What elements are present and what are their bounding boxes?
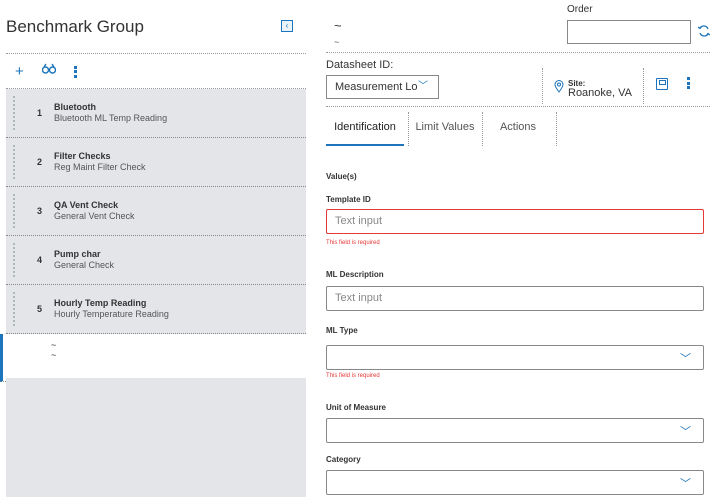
datasheet-label: Datasheet ID: <box>326 59 394 71</box>
order-input[interactable] <box>567 20 691 44</box>
divider <box>326 52 710 53</box>
plus-icon[interactable]: + <box>15 64 24 79</box>
drag-handle-icon[interactable] <box>12 242 16 278</box>
item-title: Pump char <box>54 249 101 259</box>
refresh-icon[interactable] <box>697 25 710 40</box>
record-subtitle: ~ <box>334 37 340 47</box>
item-subtitle: Bluetooth ML Temp Reading <box>54 113 168 123</box>
left-toolbar: + <box>15 62 77 80</box>
unit-of-measure-label: Unit of Measure <box>326 403 387 412</box>
placeholder-text: Text input <box>335 292 383 304</box>
order-label: Order <box>567 4 593 15</box>
list-item[interactable]: 1 Bluetooth Bluetooth ML Temp Reading <box>6 89 306 138</box>
item-number: 5 <box>37 304 43 314</box>
detail-panel: ~ ~ Order Datasheet ID: Measurement Lo ﹀… <box>306 0 710 497</box>
site-value: Roanoke, VA <box>568 87 633 99</box>
left-panel: Benchmark Group ‹ + 1 Bluetooth Bluetoot… <box>0 0 306 497</box>
item-subtitle: General Vent Check <box>54 211 135 221</box>
item-title: Filter Checks <box>54 151 111 161</box>
ml-description-label: ML Description <box>326 270 384 279</box>
binoculars-icon[interactable] <box>41 63 56 79</box>
section-title: Value(s) <box>326 172 357 181</box>
error-message: This field is required <box>326 373 380 379</box>
template-id-input[interactable]: Text input <box>326 209 704 234</box>
tab-limit-values[interactable]: Limit Values <box>408 112 482 146</box>
chevron-down-icon: ﹀ <box>680 353 691 365</box>
chevron-down-icon: ﹀ <box>418 81 428 92</box>
new-item-line: ~ <box>51 340 57 350</box>
record-title: ~ <box>334 18 342 33</box>
template-id-label: Template ID <box>326 195 371 204</box>
drag-handle-icon[interactable] <box>12 291 16 327</box>
item-number: 2 <box>37 157 43 167</box>
item-title: QA Vent Check <box>54 200 119 210</box>
category-label: Category <box>326 455 361 464</box>
ml-type-label: ML Type <box>326 326 358 335</box>
placeholder-text: Text input <box>335 215 383 227</box>
drag-handle-icon[interactable] <box>12 193 16 229</box>
benchmark-list: 1 Bluetooth Bluetooth ML Temp Reading 2 … <box>0 89 306 382</box>
save-icon[interactable] <box>656 78 668 90</box>
datasheet-select[interactable]: Measurement Lo ﹀ <box>326 75 439 99</box>
item-number: 4 <box>37 255 43 265</box>
datasheet-value: Measurement Lo <box>335 81 418 93</box>
drag-handle-icon[interactable] <box>12 144 16 180</box>
divider <box>556 112 557 146</box>
location-pin-icon <box>554 80 564 96</box>
tab-identification[interactable]: Identification <box>326 112 404 146</box>
list-item[interactable]: 3 QA Vent Check General Vent Check <box>6 187 306 236</box>
chevron-down-icon: ﹀ <box>680 478 691 490</box>
item-subtitle: Reg Maint Filter Check <box>54 162 146 172</box>
item-title: Bluetooth <box>54 102 96 112</box>
item-subtitle: General Check <box>54 260 115 270</box>
new-item-line: ~ <box>51 350 57 360</box>
new-item-text: ~ ~ <box>51 340 56 360</box>
ml-type-select[interactable]: ﹀ <box>326 345 704 370</box>
item-title: Hourly Temp Reading <box>54 298 147 308</box>
tab-actions[interactable]: Actions <box>482 112 554 146</box>
collapse-panel-button[interactable]: ‹ <box>281 20 293 32</box>
list-item-new-selected[interactable]: ~ ~ <box>0 334 306 382</box>
list-item[interactable]: 4 Pump char General Check <box>6 236 306 285</box>
list-item[interactable]: 5 Hourly Temp Reading Hourly Temperature… <box>6 285 306 334</box>
divider <box>326 106 710 107</box>
divider <box>643 68 644 104</box>
drag-handle-icon[interactable] <box>12 95 16 131</box>
unit-of-measure-select[interactable]: ﹀ <box>326 418 704 443</box>
item-number: 3 <box>37 206 43 216</box>
item-number: 1 <box>37 108 43 118</box>
error-message: This field is required <box>326 240 380 246</box>
list-item[interactable]: 2 Filter Checks Reg Maint Filter Check <box>6 138 306 187</box>
category-select[interactable]: ﹀ <box>326 470 704 495</box>
item-subtitle: Hourly Temperature Reading <box>54 309 169 319</box>
divider <box>542 68 543 104</box>
panel-title: Benchmark Group <box>6 17 144 36</box>
list-empty-area <box>6 378 306 497</box>
kebab-menu-icon[interactable] <box>73 65 77 78</box>
divider <box>6 53 306 54</box>
chevron-down-icon: ﹀ <box>680 426 691 438</box>
kebab-menu-icon[interactable] <box>687 77 690 89</box>
ml-description-input[interactable]: Text input <box>326 286 704 311</box>
